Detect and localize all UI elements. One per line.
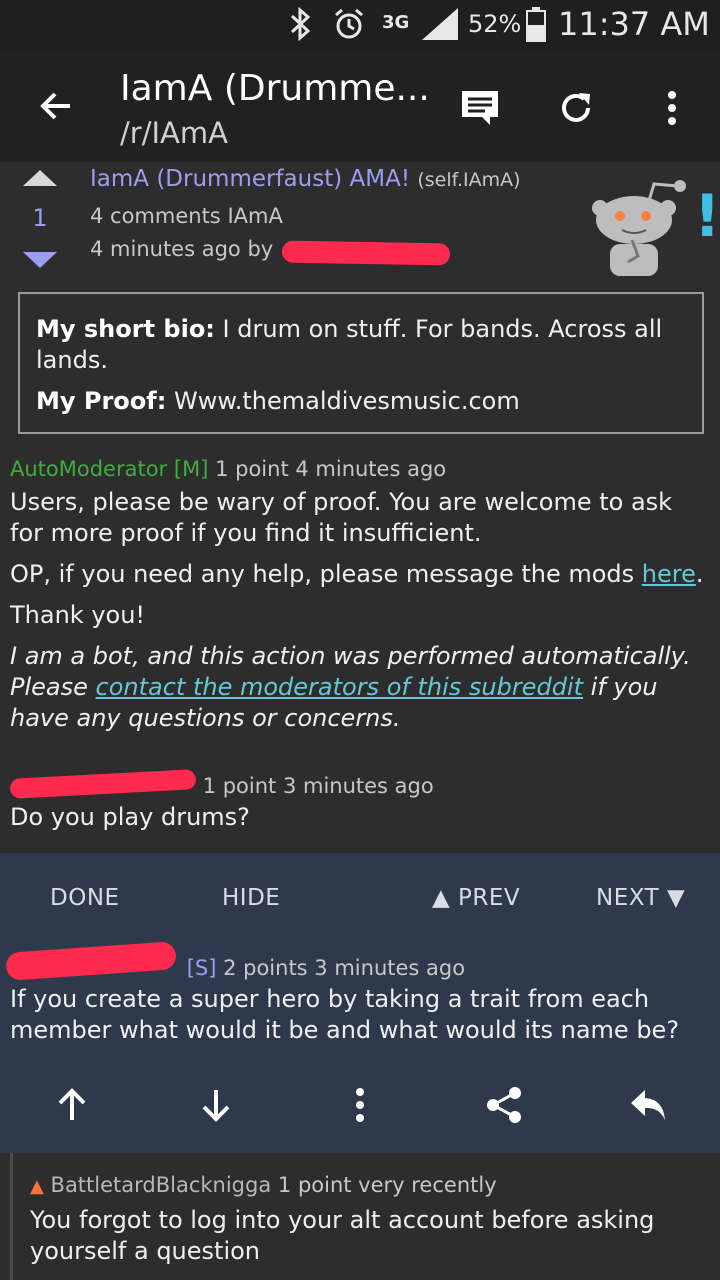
comment-paragraph: OP, if you need any help, please message… [10,559,710,590]
here-link[interactable]: here [642,560,696,588]
proof-line: My Proof: Www.themaldivesmusic.com [36,386,686,417]
upvote-icon[interactable] [0,170,80,188]
proof-label: My Proof: [36,387,167,415]
post-by: by [247,237,274,261]
post-title-text[interactable]: IamA (Drummerfaust) AMA! [90,166,410,192]
comment-meta: 1 point 3 minutes ago [202,774,434,798]
downvote-icon[interactable] [0,250,80,268]
comment-count[interactable]: 4 comments [90,204,221,228]
comment-reply[interactable]: ▲ BattletardBlacknigga 1 point very rece… [0,1153,720,1280]
comment-paragraph: I am a bot, and this action was performe… [10,641,710,734]
comment-icon[interactable] [458,86,502,130]
post-meta-line1: 4 comments IAmA [90,204,283,228]
comment-header: AutoModerator [M] 1 point 4 minutes ago [10,454,710,485]
hide-button[interactable]: HIDE [222,885,280,911]
post-score: 1 [32,204,48,232]
exclamation-icon: ! [694,182,720,250]
bio-label: My short bio: [36,315,215,343]
thread-indent-bar [10,1153,13,1280]
app-bar: IamA (Drumme... /r/IAmA [0,50,720,162]
contact-moderators-link[interactable]: contact the moderators of this subreddit [96,673,584,701]
subreddit-name: /r/IAmA [120,116,228,150]
post-subreddit[interactable]: IAmA [227,204,282,228]
overflow-menu-icon[interactable] [652,86,692,130]
post-domain: (self.IAmA) [417,169,521,191]
comment-paragraph: Users, please be wary of proof. You are … [10,488,673,547]
comment-author[interactable]: BattletardBlacknigga [51,1173,272,1197]
comment-body: You forgot to log into your alt account … [30,1206,655,1265]
comment-automoderator[interactable]: AutoModerator [M] 1 point 4 minutes ago … [0,454,720,744]
next-button[interactable]: NEXT ▼ [596,885,685,911]
comment-meta: 2 points 3 minutes ago [223,956,466,980]
comment-header: ▲ BattletardBlacknigga 1 point very rece… [30,1173,497,1197]
proof-text[interactable]: Www.themaldivesmusic.com [174,387,520,415]
redaction-mark [281,240,451,266]
battery-icon [526,6,546,42]
share-icon[interactable] [484,1085,524,1125]
selftext-box: My short bio: I drum on stuff. For bands… [18,292,704,434]
post-time: 4 minutes ago [90,237,241,261]
comment-text: OP, if you need any help, please message… [10,560,642,588]
comment-body: If you create a super hero by taking a t… [10,985,680,1044]
upvoted-indicator-icon: ▲ [30,1176,44,1197]
comment-author[interactable]: AutoModerator [10,457,167,481]
alarm-icon [332,6,366,42]
back-arrow-icon[interactable] [36,86,76,126]
bio-line: My short bio: I drum on stuff. For bands… [36,314,686,376]
clock: 11:37 AM [558,5,710,43]
upvote-arrow-icon[interactable] [52,1085,92,1125]
prev-button[interactable]: ▲ PREV [432,885,520,911]
signal-icon [420,6,460,42]
reply-icon[interactable] [628,1085,668,1125]
network-type: 3G [382,11,410,33]
downvote-arrow-icon[interactable] [196,1085,236,1125]
post-title[interactable]: IamA (Drummerfaust) AMA! (self.IAmA) [90,166,521,192]
comment-body: Do you play drums? [10,803,250,831]
comment-paragraph: Thank you! [10,601,146,629]
submitter-flair: [S] [186,956,217,980]
selected-comment-panel: DONE HIDE ▲ PREV NEXT ▼ [S] 2 points 3 m… [0,853,720,1153]
comment-meta: 1 point very recently [277,1173,497,1197]
mod-flair: [M] [173,457,209,481]
more-vert-icon[interactable] [340,1085,380,1125]
page-title: IamA (Drumme... [120,68,430,109]
refresh-icon[interactable] [554,86,598,130]
done-button[interactable]: DONE [50,885,120,911]
comment-text: . [695,560,704,588]
comment-meta: 1 point 4 minutes ago [215,457,447,481]
status-bar: 3G 52% 11:37 AM [0,0,720,50]
post-meta-line2: 4 minutes ago by [90,237,273,261]
snoo-icon [590,174,690,282]
battery-percent: 52% [468,10,522,38]
bluetooth-icon [288,6,312,42]
